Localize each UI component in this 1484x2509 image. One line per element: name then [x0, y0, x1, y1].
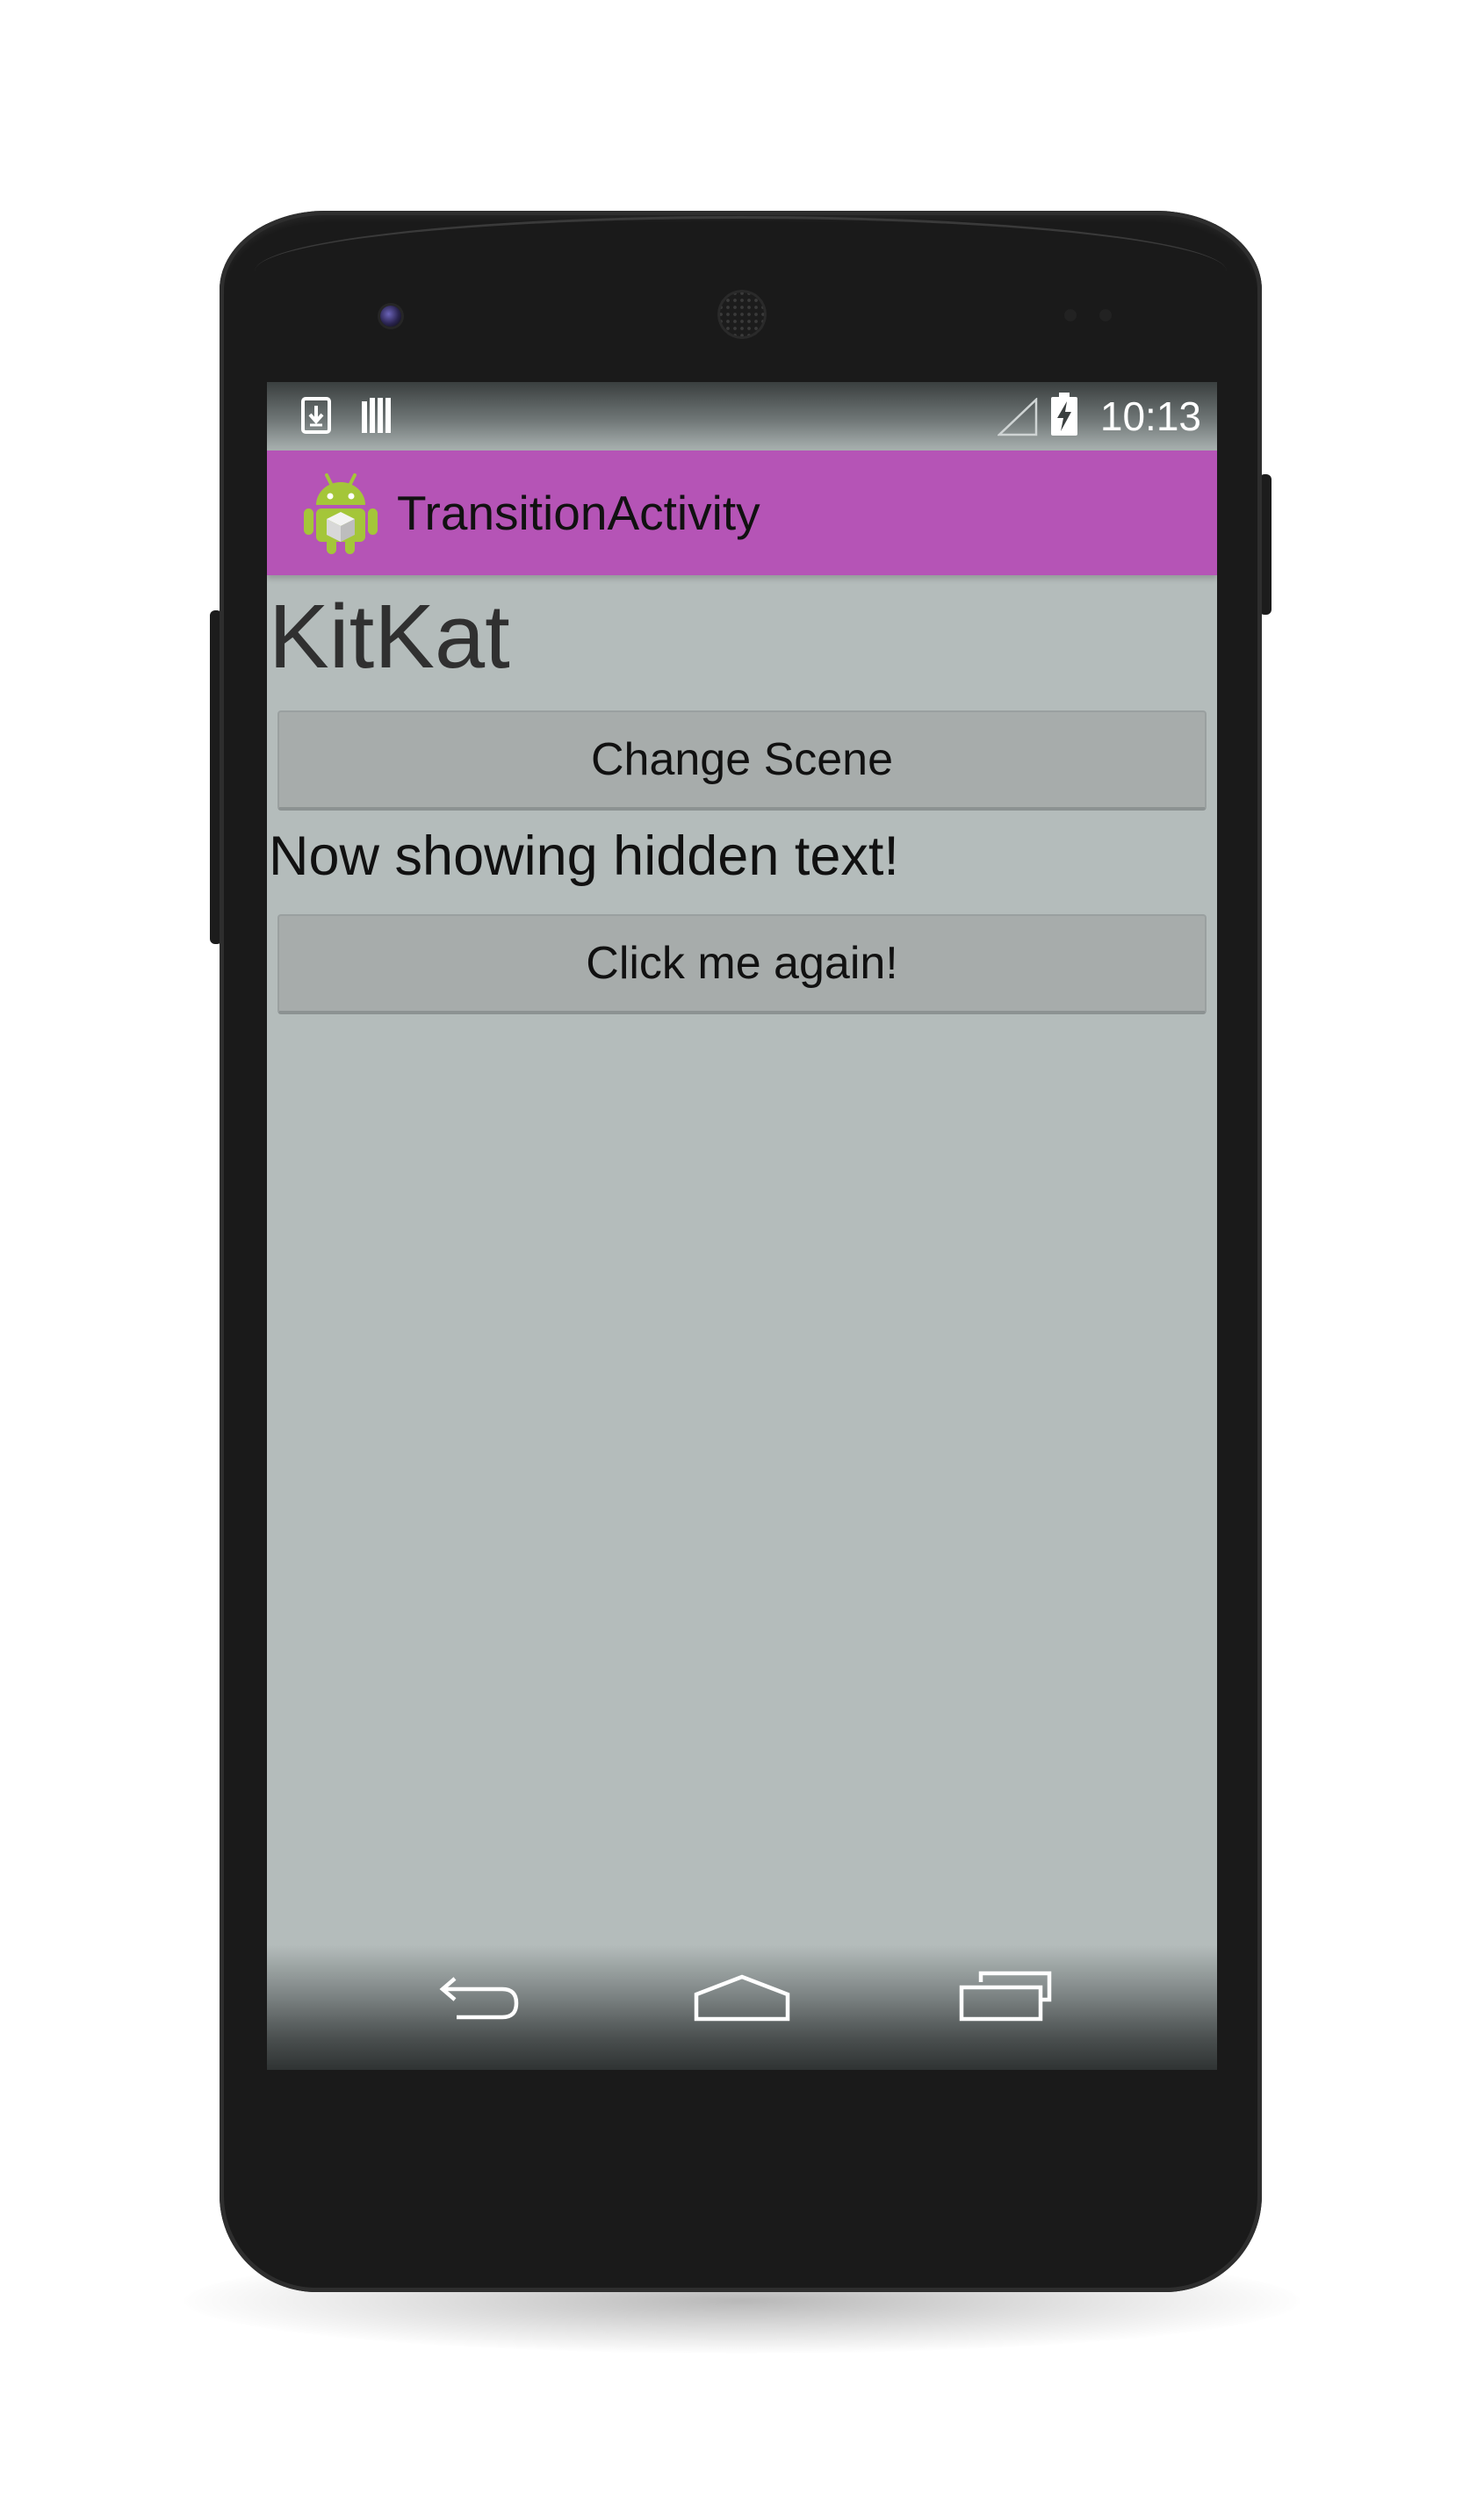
device-mockup: 10:13 TransitionActivity KitKat Change S… — [0, 0, 1484, 2509]
back-icon[interactable] — [425, 1965, 530, 2035]
kitkat-heading: KitKat — [269, 586, 510, 687]
home-icon[interactable] — [689, 1965, 795, 2035]
front-camera — [380, 306, 401, 327]
signal-icon — [996, 397, 1038, 436]
navigation-bar — [267, 1945, 1217, 2070]
app-title: TransitionActivity — [397, 486, 760, 540]
click-me-again-button[interactable]: Click me again! — [277, 914, 1207, 1014]
status-bar: 10:13 — [267, 382, 1217, 451]
action-bar: TransitionActivity — [267, 451, 1217, 575]
android-app-icon[interactable] — [302, 472, 379, 556]
recents-icon[interactable] — [955, 1965, 1060, 2035]
earpiece-speaker — [717, 290, 767, 339]
proximity-sensor — [1064, 309, 1077, 321]
change-scene-button[interactable]: Change Scene — [277, 710, 1207, 811]
hidden-text-label: Now showing hidden text! — [269, 826, 899, 887]
status-clock: 10:13 — [1099, 393, 1201, 439]
storage-bars-icon — [360, 396, 395, 435]
battery-charging-icon — [1050, 393, 1078, 436]
device-screen: 10:13 TransitionActivity KitKat Change S… — [267, 382, 1217, 2070]
light-sensor — [1099, 309, 1112, 321]
download-icon — [300, 396, 332, 435]
